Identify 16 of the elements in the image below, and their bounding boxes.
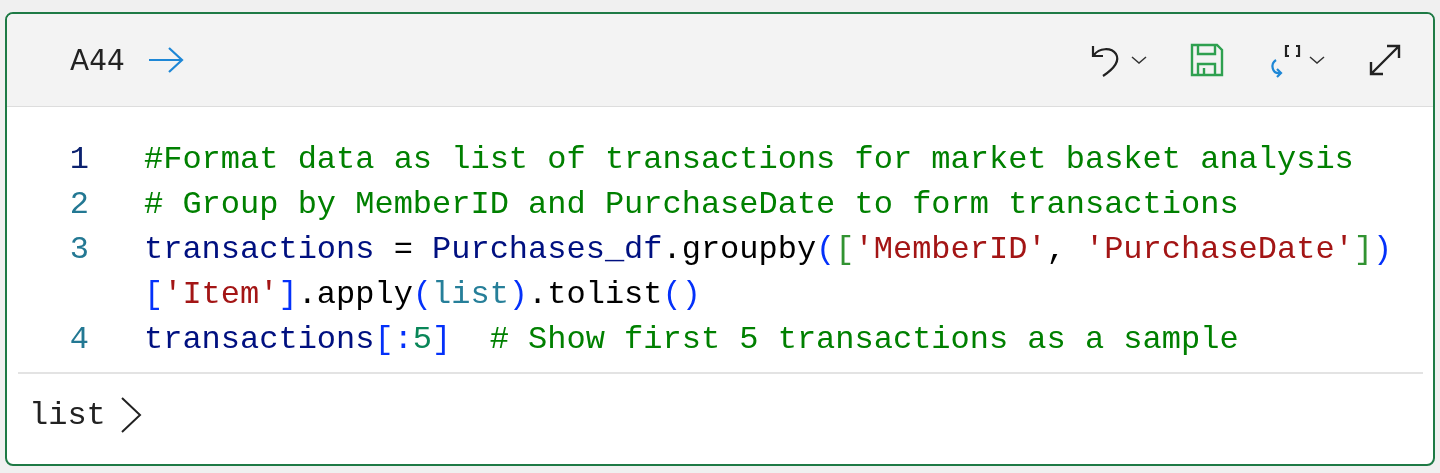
line-number: 3 [68,230,89,270]
line-number: 4 [68,320,89,360]
caret-icon[interactable] [1131,55,1147,65]
line-number: 1 [68,140,89,180]
cell-label: A44 [70,43,125,77]
expand-icon[interactable] [1367,42,1403,78]
code-line: #Format data as list of transactions for market basket analysis [144,140,1355,180]
code-line: transactions = Purchases_df.groupby(['MemberID', 'PurchaseDate']) ['Item'].apply(list).tolist() [144,230,1393,315]
code-line: transactions[:5] # Show first 5 transactions as a sample [144,320,1240,360]
arrow-right-icon[interactable] [146,45,185,75]
chevron-right-icon[interactable] [119,396,142,434]
line-number: 2 [68,185,89,225]
save-icon[interactable] [1189,42,1225,78]
output-type: list [29,396,106,434]
code-line: # Group by MemberID and PurchaseDate to form transactions [144,185,1240,225]
caret-icon[interactable] [1309,55,1325,65]
